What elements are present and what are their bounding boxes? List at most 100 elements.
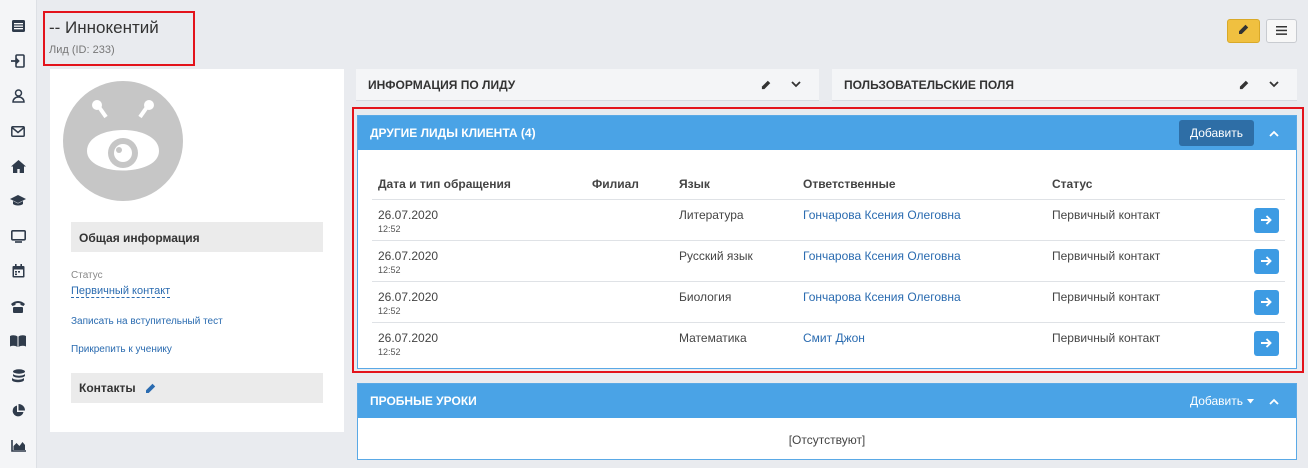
enroll-test-link[interactable]: Записать на вступительный тест: [71, 316, 223, 327]
responsible-link[interactable]: Гончарова Ксения Олеговна: [803, 290, 961, 304]
envelope-icon[interactable]: [10, 123, 26, 139]
column-header-branch[interactable]: Филиал: [586, 168, 673, 200]
lead-date: 26.07.2020: [378, 208, 439, 222]
table-row: 26.07.2020 12:52 Математика Смит Джон Пер…: [372, 323, 1285, 364]
area-chart-icon[interactable]: [10, 438, 26, 454]
other-leads-title: ДРУГИЕ ЛИДЫ КЛИЕНТА (4): [370, 126, 536, 140]
status-cell: Первичный контакт: [1046, 199, 1216, 241]
avatar: [63, 81, 183, 201]
arrow-right-icon: [1261, 296, 1272, 310]
book-icon[interactable]: [10, 333, 26, 349]
contacts-title: Контакты: [79, 381, 136, 395]
branch-cell: [586, 199, 673, 241]
lead-time: 12:52: [378, 224, 401, 234]
action-cell: [1216, 323, 1285, 364]
action-cell: [1216, 240, 1285, 282]
status-value-link[interactable]: Первичный контакт: [71, 285, 171, 298]
lead-time: 12:52: [378, 306, 401, 316]
responsible-cell: Смит Джон: [797, 323, 1046, 364]
responsible-link[interactable]: Смит Джон: [803, 331, 865, 345]
attach-student-link[interactable]: Прикрепить к ученику: [71, 344, 172, 355]
branch-cell: [586, 323, 673, 364]
add-lead-button[interactable]: Добавить: [1178, 120, 1254, 146]
pie-chart-icon[interactable]: [10, 403, 26, 419]
arrow-right-icon: [1261, 255, 1272, 269]
branch-cell: [586, 281, 673, 323]
page-title: -- Иннокентий: [49, 18, 159, 37]
chevron-down-icon[interactable]: [1263, 75, 1285, 95]
sign-in-icon[interactable]: [10, 53, 26, 69]
status-cell: Первичный контакт: [1046, 281, 1216, 323]
chevron-up-icon[interactable]: [1264, 123, 1284, 143]
date-cell: 26.07.2020 12:52: [372, 240, 586, 282]
column-header-responsible[interactable]: Ответственные: [797, 168, 1046, 200]
open-lead-button[interactable]: [1254, 249, 1279, 274]
coins-icon[interactable]: [10, 368, 26, 384]
add-trial-lesson-dropdown[interactable]: Добавить: [1190, 394, 1254, 408]
lead-info-panel-header: ИНФОРМАЦИЯ ПО ЛИДУ: [356, 69, 819, 101]
arrow-right-icon: [1261, 337, 1272, 351]
other-leads-header: ДРУГИЕ ЛИДЫ КЛИЕНТА (4) Добавить: [358, 116, 1296, 150]
language-cell: Биология: [673, 281, 797, 323]
language-cell: Литература: [673, 199, 797, 241]
responsible-cell: Гончарова Ксения Олеговна: [797, 199, 1046, 241]
calendar-icon[interactable]: [10, 263, 26, 279]
chevron-down-icon[interactable]: [785, 75, 807, 95]
other-leads-table: Дата и тип обращения Филиал Язык Ответст…: [372, 168, 1285, 364]
custom-fields-title: ПОЛЬЗОВАТЕЛЬСКИЕ ПОЛЯ: [844, 77, 1014, 92]
responsible-cell: Гончарова Ксения Олеговна: [797, 240, 1046, 282]
hamburger-icon: [1276, 24, 1287, 38]
branch-cell: [586, 240, 673, 282]
lead-info-title: ИНФОРМАЦИЯ ПО ЛИДУ: [368, 77, 516, 92]
status-cell: Первичный контакт: [1052, 331, 1161, 345]
graduation-cap-icon[interactable]: [10, 193, 26, 209]
phone-icon[interactable]: [10, 298, 26, 314]
date-cell: 26.07.2020 12:52: [372, 323, 586, 364]
column-header-date[interactable]: Дата и тип обращения: [372, 168, 586, 200]
column-header-language[interactable]: Язык: [673, 168, 797, 200]
action-cell: [1216, 281, 1285, 323]
lead-date: 26.07.2020: [378, 290, 439, 304]
empty-state-text: [Отсутствуют]: [788, 433, 866, 447]
pencil-icon: [1238, 24, 1249, 38]
user-icon[interactable]: [10, 88, 26, 104]
monitor-icon[interactable]: [10, 228, 26, 244]
trial-lessons-header: ПРОБНЫЕ УРОКИ Добавить: [358, 384, 1296, 418]
add-trial-lesson-label: Добавить: [1189, 394, 1243, 408]
lead-time: 12:52: [378, 347, 401, 357]
lead-date: 26.07.2020: [378, 331, 439, 345]
column-header-status[interactable]: Статус: [1046, 168, 1216, 200]
open-lead-button[interactable]: [1254, 208, 1279, 233]
language-cell: Математика: [679, 331, 747, 345]
status-label: Статус: [71, 270, 103, 281]
status-cell: Первичный контакт: [1046, 240, 1216, 282]
lead-date: 26.07.2020: [378, 249, 439, 263]
action-cell: [1216, 199, 1285, 241]
arrow-right-icon: [1261, 214, 1272, 228]
profile-card: Общая информация Статус Первичный контак…: [50, 69, 344, 432]
open-lead-button[interactable]: [1254, 331, 1279, 356]
column-header-actions: [1216, 168, 1285, 200]
edit-contacts-icon[interactable]: [145, 383, 156, 394]
home-icon[interactable]: [10, 158, 26, 174]
open-lead-button[interactable]: [1254, 290, 1279, 315]
date-cell: 26.07.2020 12:52: [372, 199, 586, 241]
edit-lead-info-icon[interactable]: [755, 75, 777, 95]
table-row: 26.07.2020 12:52 Русский язык Гончарова К…: [372, 240, 1285, 282]
edit-lead-button[interactable]: [1227, 19, 1260, 43]
trial-lessons-title: ПРОБНЫЕ УРОКИ: [370, 394, 477, 408]
table-row: 26.07.2020 12:52 Биология Гончарова Ксени…: [372, 281, 1285, 323]
icon-sidebar: [0, 0, 37, 468]
table-row: 26.07.2020 12:52 Литература Гончарова Ксе…: [372, 199, 1285, 241]
responsible-link[interactable]: Гончарова Ксения Олеговна: [803, 249, 961, 263]
edit-custom-fields-icon[interactable]: [1233, 75, 1255, 95]
custom-fields-panel-header: ПОЛЬЗОВАТЕЛЬСКИЕ ПОЛЯ: [832, 69, 1297, 101]
lead-time: 12:52: [378, 265, 401, 275]
list-icon[interactable]: [10, 18, 26, 34]
language-cell: Русский язык: [673, 240, 797, 282]
menu-button[interactable]: [1266, 19, 1297, 43]
date-cell: 26.07.2020 12:52: [372, 281, 586, 323]
responsible-link[interactable]: Гончарова Ксения Олеговна: [803, 208, 961, 222]
chevron-up-icon[interactable]: [1264, 391, 1284, 411]
trial-lessons-panel: ПРОБНЫЕ УРОКИ Добавить [Отсутствуют]: [357, 383, 1297, 460]
